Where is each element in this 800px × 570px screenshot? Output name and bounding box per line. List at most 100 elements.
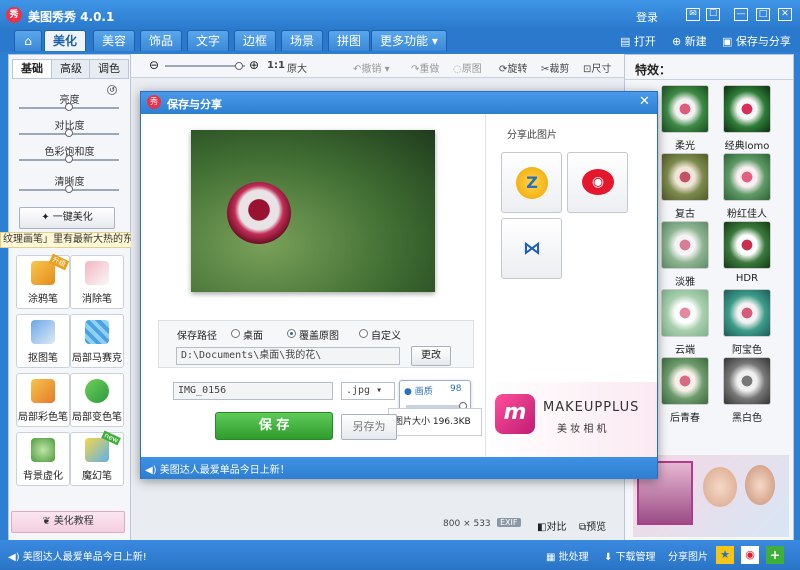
qzone-icon: Z [516, 167, 548, 199]
effect-thumb-pink[interactable] [723, 153, 771, 201]
tool-color-change[interactable]: 局部变色笔 [70, 373, 124, 427]
weibo-icon[interactable]: ◉ [741, 546, 759, 564]
promo-subtitle: 美 妆 相 机 [557, 424, 607, 435]
change-path-button[interactable]: 更改 [411, 346, 451, 366]
plus-circle-icon: ⊕ [672, 35, 685, 48]
resize-button[interactable]: ⊡尺寸 [583, 60, 611, 75]
menu-icon[interactable]: ☐ [706, 8, 720, 21]
format-select[interactable]: .jpg ▾ [341, 382, 395, 400]
radio-overwrite[interactable] [287, 329, 296, 338]
status-notice[interactable]: ◀) 美图达人最爱单品今日上新! [8, 548, 147, 563]
zoom-out-icon[interactable]: ⊖ [149, 58, 159, 72]
new-button[interactable]: ⊕ 新建 [672, 33, 707, 49]
share-image-button[interactable]: 分享图片 [668, 548, 708, 563]
zoom-slider[interactable] [165, 65, 245, 67]
tab-beautify[interactable]: 美化 [44, 30, 87, 51]
marquee-notice[interactable]: 纹理画笔」里有最新大热的东北 [0, 232, 140, 248]
cutout-icon [31, 320, 55, 344]
tab-border[interactable]: 边框 [234, 30, 277, 51]
login-link[interactable]: 登录 [636, 9, 658, 25]
effect-thumb-lomo[interactable] [723, 85, 771, 133]
open-button[interactable]: ▤ 打开 [620, 33, 656, 49]
mosaic-icon [85, 320, 109, 344]
subtab-basic[interactable]: 基础 [12, 59, 52, 79]
footprint-icon: ❦ [42, 516, 54, 527]
tab-beauty[interactable]: 美容 [93, 30, 136, 51]
tool-eraser-pen[interactable]: 消除笔 [70, 255, 124, 309]
speaker-icon: ◀) [145, 465, 160, 476]
close-button[interactable]: ✕ [778, 8, 792, 21]
one-click-beautify-button[interactable]: ✦ 一键美化 [19, 207, 115, 229]
saturation-slider-knob[interactable] [65, 155, 73, 163]
original-button[interactable]: ◌原图 [453, 60, 482, 75]
brightness-slider-knob[interactable] [65, 103, 73, 111]
save-share-button[interactable]: ▣ 保存与分享 [722, 33, 791, 49]
radio-custom-label[interactable]: 自定义 [371, 327, 401, 342]
dialog-title: 保存与分享 [167, 98, 222, 111]
subtab-advanced[interactable]: 高级 [51, 59, 91, 79]
tool-doodle-pen[interactable]: 升级 涂鸦笔 [16, 253, 70, 309]
tool-local-color[interactable]: 局部彩色笔 [16, 373, 70, 427]
preview-button[interactable]: ⧉预览 [579, 518, 606, 533]
radio-desktop-label[interactable]: 桌面 [243, 327, 263, 342]
left-panel: 基础 高级 调色 ↺ 亮度 对比度 色彩饱和度 清晰度 ✦ 一键美化 升级 涂鸦… [8, 54, 131, 542]
original-size-button[interactable]: 原大 [287, 60, 307, 75]
color-change-icon [85, 379, 109, 403]
save-path-input[interactable]: D:\Documents\桌面\我的花\ [176, 347, 400, 365]
dialog-footer-notice[interactable]: ◀) 美图达人最爱单品今日上新！ [145, 461, 290, 476]
tool-mosaic[interactable]: 局部马赛克 [70, 314, 124, 368]
effect-thumb-retro[interactable] [661, 153, 709, 201]
wand-icon: ✦ [41, 212, 53, 223]
rotate-button[interactable]: ⟳旋转 [499, 60, 527, 75]
filename-input[interactable]: IMG_0156 [173, 382, 333, 400]
tutorial-button[interactable]: ❦ 美化教程 [11, 511, 125, 533]
tool-cutout-pen[interactable]: 抠图笔 [16, 314, 70, 368]
redo-button[interactable]: ↷重做 [411, 60, 439, 75]
tab-scene[interactable]: 场景 [281, 30, 324, 51]
effect-label: 后青春 [670, 413, 700, 424]
share-qzone-button[interactable]: Z [501, 152, 562, 213]
plus-icon[interactable]: + [766, 546, 784, 564]
tab-text[interactable]: 文字 [187, 30, 230, 51]
save-button[interactable]: 保 存 [215, 412, 333, 440]
effect-thumb-soft-light[interactable] [661, 85, 709, 133]
share-renren-button[interactable]: ⋈ [501, 218, 562, 279]
effect-thumb-youth[interactable] [661, 357, 709, 405]
promo-banner[interactable]: m MAKEUPPLUS 美 妆 相 机 [487, 382, 657, 457]
zoom-in-icon[interactable]: ⊕ [249, 58, 259, 72]
minimize-button[interactable]: — [734, 8, 748, 21]
tool-background-blur[interactable]: 背景虚化 [16, 432, 70, 486]
subtab-color[interactable]: 调色 [89, 59, 129, 79]
zoom-slider-knob[interactable] [235, 62, 243, 70]
share-weibo-button[interactable]: ◉ [567, 152, 628, 213]
zoom-ratio[interactable]: 1:1 [267, 60, 285, 71]
exif-button[interactable]: EXIF [497, 518, 521, 527]
crop-button[interactable]: ✂裁剪 [541, 60, 569, 75]
tab-home[interactable]: ⌂ [14, 30, 42, 51]
dialog-close-button[interactable]: ✕ [639, 94, 650, 109]
download-manager-button[interactable]: ⬇ 下载管理 [604, 548, 656, 563]
effect-thumb-black-white[interactable] [723, 357, 771, 405]
undo-button[interactable]: ↶撤销 ▾ [353, 60, 390, 75]
contrast-slider-knob[interactable] [65, 129, 73, 137]
effect-thumb-hdr[interactable] [723, 221, 771, 269]
compare-button[interactable]: ◧对比 [537, 518, 566, 533]
maximize-button[interactable]: □ [756, 8, 770, 21]
radio-custom[interactable] [359, 329, 368, 338]
batch-button[interactable]: ▦ 批处理 [546, 548, 589, 563]
effect-thumb-cloud[interactable] [661, 289, 709, 337]
image-dimensions: 800 × 533 [443, 519, 491, 529]
radio-overwrite-label[interactable]: 覆盖原图 [299, 327, 339, 342]
effect-thumb-abao[interactable] [723, 289, 771, 337]
feedback-icon[interactable]: ✉ [686, 8, 700, 21]
tool-magic-pen[interactable]: new 魔幻笔 [70, 430, 124, 486]
tab-collage[interactable]: 拼图 [328, 30, 371, 51]
qzone-icon[interactable]: ★ [716, 546, 734, 564]
effect-thumb-elegant[interactable] [661, 221, 709, 269]
sharpness-slider-knob[interactable] [65, 185, 73, 193]
radio-desktop[interactable] [231, 329, 240, 338]
tab-accessories[interactable]: 饰品 [140, 30, 183, 51]
tab-more[interactable]: 更多功能 ▾ [371, 30, 447, 51]
dialog-logo: 秀 [147, 95, 161, 109]
save-as-button[interactable]: 另存为 [341, 414, 397, 440]
